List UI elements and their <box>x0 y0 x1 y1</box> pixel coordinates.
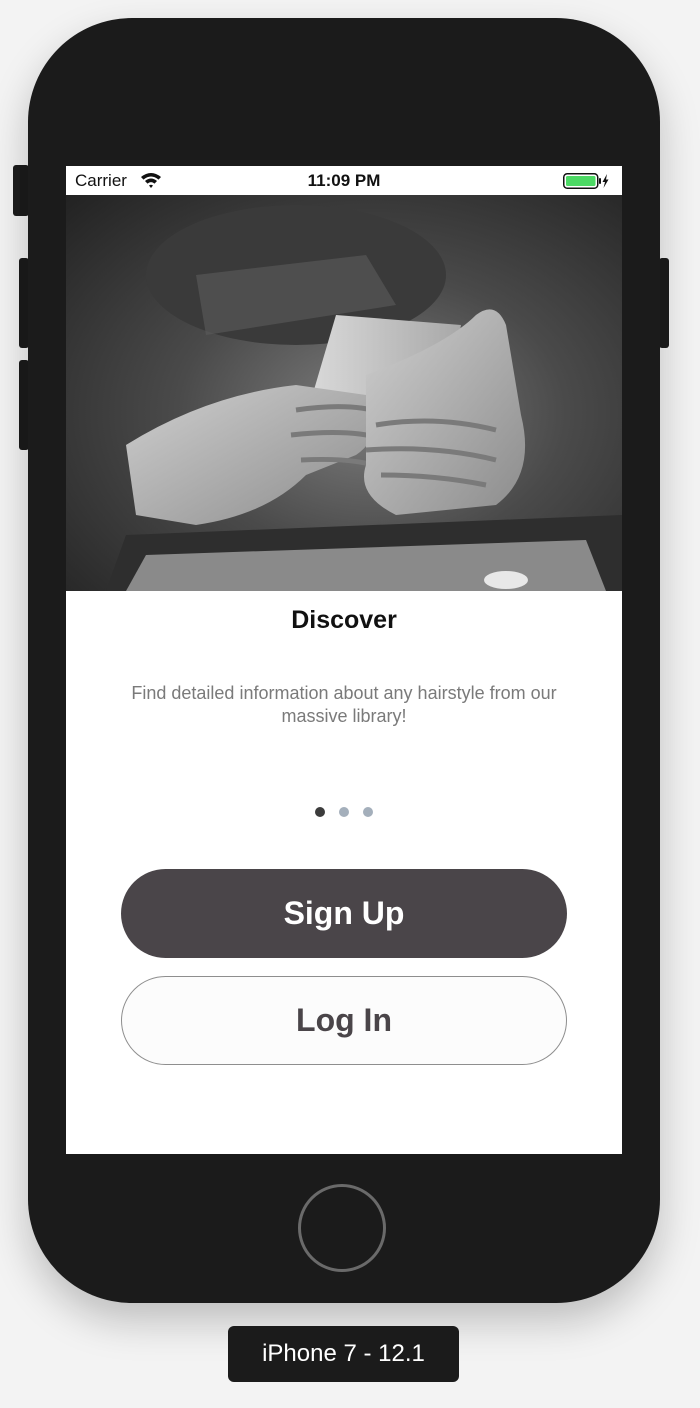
status-time: 11:09 PM <box>307 171 381 190</box>
device-name: iPhone 7 - 12.1 <box>262 1340 425 1367</box>
app-screen: Carrier 11:09 PM Discover Find detailed … <box>66 166 622 1154</box>
home-button[interactable] <box>298 1184 386 1272</box>
page-dot-2[interactable] <box>339 807 349 817</box>
battery-charging-icon <box>563 173 609 189</box>
log-in-button[interactable]: Log In <box>121 976 567 1065</box>
status-bar: Carrier 11:09 PM <box>66 166 622 195</box>
page-dot-3[interactable] <box>363 807 373 817</box>
simulator-device-label: iPhone 7 - 12.1 <box>228 1326 459 1382</box>
onboarding-description: Find detailed information about any hair… <box>131 683 557 726</box>
page-dot-1[interactable] <box>315 807 325 817</box>
page-indicator[interactable] <box>66 807 622 817</box>
sign-up-button[interactable]: Sign Up <box>121 869 567 958</box>
hands-holding-phone-photo <box>66 195 622 591</box>
log-in-label: Log In <box>296 1002 392 1038</box>
power-button[interactable] <box>659 258 669 348</box>
mute-switch[interactable] <box>13 165 29 216</box>
battery-level <box>566 176 596 186</box>
sign-up-label: Sign Up <box>283 895 405 931</box>
onboarding-title: Discover <box>291 606 397 634</box>
